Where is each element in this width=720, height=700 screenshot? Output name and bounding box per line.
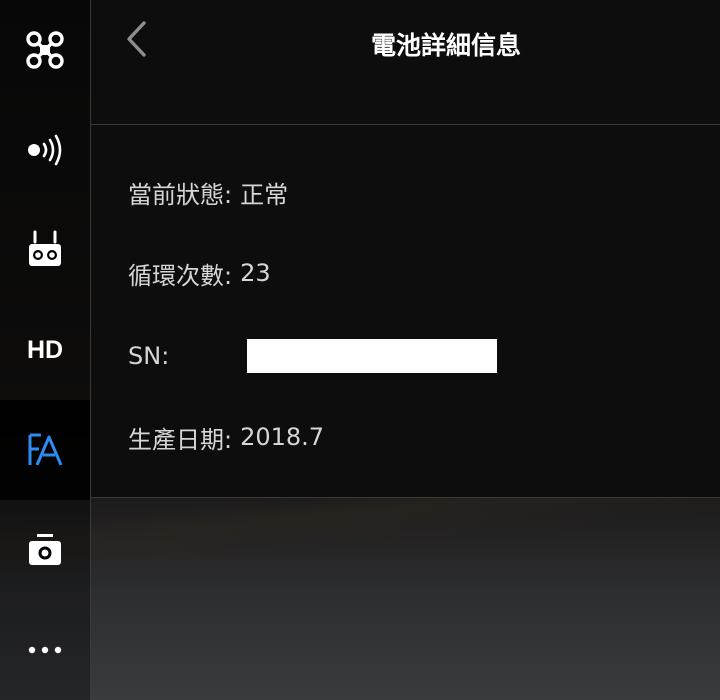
cycle-count-row: 循環次數: 23 — [128, 253, 271, 293]
sidebar-item-remote[interactable] — [0, 200, 90, 300]
cycle-count-value: 23 — [240, 259, 271, 287]
chevron-left-icon — [124, 20, 148, 62]
sidebar-item-more[interactable] — [0, 600, 90, 700]
page-title: 電池詳細信息 — [370, 31, 521, 60]
status-label: 當前狀態: — [128, 180, 233, 209]
sidebar-item-aircraft[interactable] — [0, 0, 90, 100]
serial-number-label: SN: — [128, 342, 170, 370]
production-date-row: 生產日期: 2018.7 — [128, 417, 324, 457]
sidebar-item-hd[interactable]: HD — [0, 300, 90, 400]
cycle-count-label: 循環次數: — [128, 261, 233, 290]
panel-bottom-divider — [91, 497, 720, 498]
status-value: 正常 — [240, 180, 289, 209]
camera-icon — [27, 532, 63, 568]
back-button[interactable] — [113, 18, 159, 64]
panel-header: 電池詳細信息 — [91, 0, 720, 125]
settings-sidebar: HD — [0, 0, 91, 700]
sidebar-item-battery[interactable] — [0, 400, 90, 500]
battery-detail-panel: 電池詳細信息 當前狀態: 正常 循環次數: 23 SN: 生產日期: 2018.… — [91, 0, 720, 498]
sidebar-item-camera[interactable] — [0, 500, 90, 600]
battery-flight-icon — [27, 433, 63, 467]
drone-icon — [25, 30, 65, 70]
remote-controller-icon — [27, 230, 63, 270]
more-dots-icon — [27, 645, 63, 655]
production-date-label: 生產日期: — [128, 425, 233, 454]
status-row: 當前狀態: 正常 — [128, 172, 288, 212]
production-date-value: 2018.7 — [240, 423, 325, 451]
signal-broadcast-icon — [25, 134, 65, 166]
serial-number-redacted-value — [247, 339, 497, 373]
serial-number-row: SN: — [128, 336, 169, 376]
sidebar-item-signal[interactable] — [0, 100, 90, 200]
hd-label: HD — [26, 335, 64, 364]
